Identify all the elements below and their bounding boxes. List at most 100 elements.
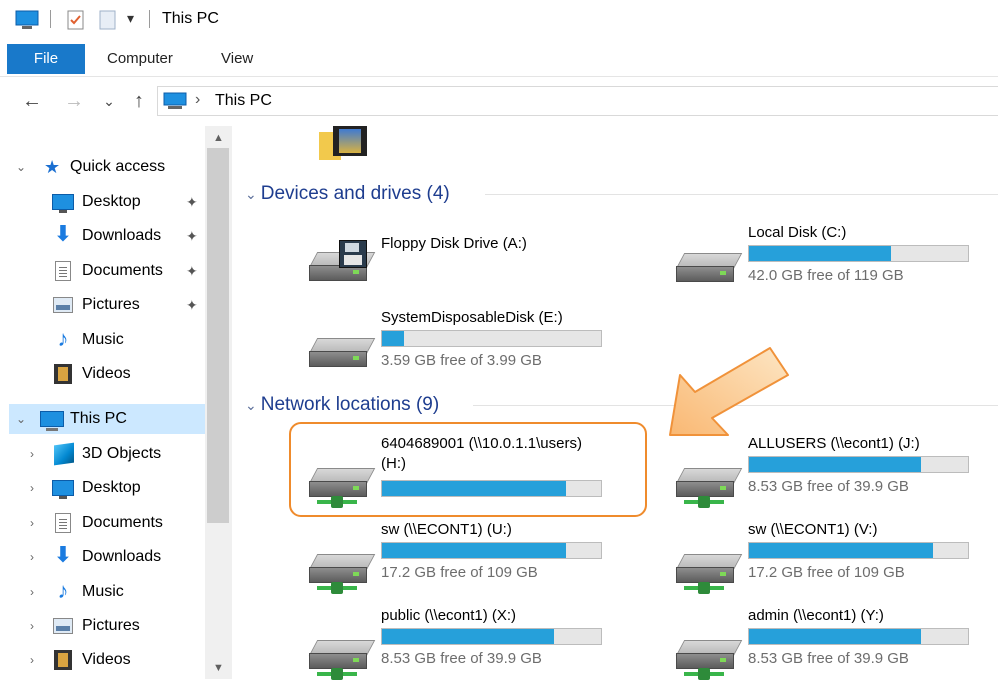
properties-icon[interactable]: [66, 10, 86, 30]
drive-name: sw (\\ECONT1) (U:): [381, 521, 512, 538]
star-icon: ★: [44, 157, 61, 177]
drive-network-y[interactable]: admin (\\econt1) (Y:) 8.53 GB free of 39…: [675, 606, 996, 686]
recent-locations-button[interactable]: ⌄: [98, 84, 120, 118]
sidebar-scrollbar[interactable]: ▲ ▼: [205, 126, 232, 679]
navigation-pane: ⌄ ★ Quick access Desktop ✦ ⬇ Downloads ✦…: [0, 126, 233, 679]
tab-view[interactable]: View: [221, 44, 253, 74]
tab-computer[interactable]: Computer: [107, 44, 173, 74]
desktop-icon: [52, 480, 74, 499]
group-divider: [485, 194, 998, 195]
sidebar-item-desktop[interactable]: Desktop ✦: [0, 188, 205, 216]
drive-name: admin (\\econt1) (Y:): [748, 607, 884, 624]
tab-file[interactable]: File: [7, 44, 85, 74]
new-folder-icon[interactable]: [98, 10, 118, 30]
drive-network-u[interactable]: sw (\\ECONT1) (U:) 17.2 GB free of 109 G…: [308, 520, 629, 600]
capacity-bar: [748, 245, 969, 262]
chevron-right-icon[interactable]: ›: [30, 646, 34, 674]
network-drive-icon: [675, 468, 743, 508]
sidebar-item-label: Quick access: [70, 158, 166, 175]
sidebar-item-label: Desktop: [82, 479, 141, 496]
drive-network-x[interactable]: public (\\econt1) (X:) 8.53 GB free of 3…: [308, 606, 629, 686]
sidebar-item-documents[interactable]: Documents ✦: [0, 257, 205, 285]
sidebar-item-videos-pc[interactable]: › Videos: [0, 646, 205, 674]
pin-icon[interactable]: ✦: [186, 291, 198, 319]
computer-icon[interactable]: [15, 10, 39, 30]
back-button[interactable]: ←: [18, 84, 46, 118]
computer-icon: [163, 92, 187, 109]
chevron-right-icon[interactable]: ›: [30, 474, 34, 502]
drive-network-v[interactable]: sw (\\ECONT1) (V:) 17.2 GB free of 109 G…: [675, 520, 996, 600]
drive-name: SystemDisposableDisk (E:): [381, 309, 563, 326]
pin-icon[interactable]: ✦: [186, 257, 198, 285]
network-drive-icon: [308, 554, 376, 594]
sidebar-item-desktop-pc[interactable]: › Desktop: [0, 474, 205, 502]
sidebar-item-pictures-pc[interactable]: › Pictures: [0, 612, 205, 640]
computer-icon: [40, 411, 64, 431]
drive-name: public (\\econt1) (X:): [381, 607, 517, 624]
arrow-annotation-icon: [669, 347, 789, 436]
sidebar-item-label: Desktop: [82, 193, 141, 210]
sidebar-item-label: Documents: [82, 514, 163, 531]
download-icon: ⬇: [53, 221, 73, 246]
pin-icon[interactable]: ✦: [186, 222, 198, 250]
chevron-right-icon[interactable]: ›: [30, 440, 34, 468]
sidebar-item-pictures[interactable]: Pictures ✦: [0, 291, 205, 319]
capacity-bar: [381, 628, 602, 645]
scroll-up-icon[interactable]: ▲: [205, 132, 232, 144]
group-header-devices[interactable]: ⌄ Devices and drives (4): [245, 180, 450, 208]
sidebar-item-3d-objects[interactable]: › 3D Objects: [0, 440, 205, 468]
scroll-down-icon[interactable]: ▼: [205, 662, 232, 674]
sidebar-item-documents-pc[interactable]: › Documents: [0, 509, 205, 537]
drive-system-e[interactable]: SystemDisposableDisk (E:) 3.59 GB free o…: [308, 308, 629, 388]
videos-icon: [54, 364, 72, 384]
breadcrumb-this-pc[interactable]: This PC: [215, 92, 272, 110]
chevron-down-icon: ⌄: [245, 186, 257, 202]
group-header-network[interactable]: ⌄ Network locations (9): [245, 391, 439, 419]
sidebar-item-label: Videos: [82, 651, 131, 668]
chevron-down-icon[interactable]: ⌄: [16, 153, 26, 181]
scrollbar-thumb[interactable]: [207, 148, 229, 523]
sidebar-item-label: Pictures: [82, 617, 140, 634]
chevron-right-icon[interactable]: ›: [30, 543, 34, 571]
drive-free-space: 17.2 GB free of 109 GB: [748, 564, 905, 581]
ribbon-divider: [0, 76, 998, 77]
capacity-bar: [381, 542, 602, 559]
sidebar-item-videos[interactable]: Videos: [0, 360, 205, 388]
sidebar-item-downloads[interactable]: ⬇ Downloads ✦: [0, 222, 205, 250]
window-title: This PC: [162, 10, 219, 27]
sidebar-item-music[interactable]: ♪ Music: [0, 326, 205, 354]
chevron-right-icon[interactable]: ›: [30, 612, 34, 640]
drive-free-space: 8.53 GB free of 39.9 GB: [748, 478, 909, 495]
drive-free-space: 8.53 GB free of 39.9 GB: [381, 650, 542, 667]
up-button[interactable]: ↑: [127, 84, 151, 118]
drive-name: Floppy Disk Drive (A:): [381, 235, 527, 252]
drive-free-space: 8.53 GB free of 39.9 GB: [748, 650, 909, 667]
chevron-down-icon[interactable]: ⌄: [16, 405, 26, 433]
sidebar-item-downloads-pc[interactable]: › ⬇ Downloads: [0, 543, 205, 571]
sidebar-item-label: Music: [82, 583, 124, 600]
drive-floppy-a[interactable]: Floppy Disk Drive (A:): [308, 232, 629, 312]
breadcrumb-separator[interactable]: ›: [195, 91, 200, 109]
drive-local-c[interactable]: Local Disk (C:) 42.0 GB free of 119 GB: [675, 223, 996, 303]
forward-button[interactable]: →: [60, 84, 88, 118]
address-bar[interactable]: › This PC: [157, 86, 998, 116]
sidebar-item-label: Downloads: [82, 548, 162, 565]
capacity-bar: [748, 456, 969, 473]
chevron-right-icon[interactable]: ›: [30, 509, 34, 537]
drive-free-space: 42.0 GB free of 119 GB: [748, 267, 904, 284]
sidebar-item-music-pc[interactable]: › ♪ Music: [0, 578, 205, 606]
customize-quick-access-icon[interactable]: ▾: [127, 10, 134, 27]
capacity-bar: [748, 542, 969, 559]
network-drive-icon: [675, 640, 743, 680]
highlight-annotation: [289, 422, 647, 517]
sidebar-item-label: Documents: [82, 262, 163, 279]
sidebar-item-quick-access[interactable]: ⌄ ★ Quick access: [0, 153, 205, 181]
content-pane: ⌄ Devices and drives (4) Floppy Disk Driv…: [233, 118, 998, 680]
floppy-drive-icon: [308, 240, 376, 282]
drive-name: sw (\\ECONT1) (V:): [748, 521, 878, 538]
hard-drive-icon: [308, 338, 376, 368]
sidebar-item-this-pc[interactable]: ⌄ This PC: [0, 405, 205, 433]
chevron-right-icon[interactable]: ›: [30, 578, 34, 606]
pin-icon[interactable]: ✦: [186, 188, 198, 216]
music-icon: ♪: [57, 578, 69, 603]
